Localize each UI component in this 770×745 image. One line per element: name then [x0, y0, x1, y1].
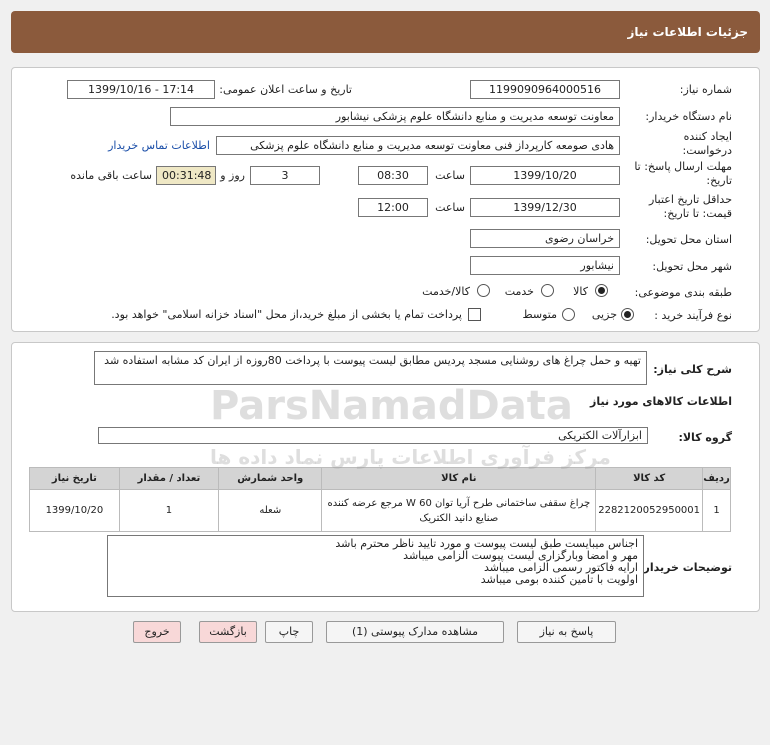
print-button[interactable]: چاپ: [265, 621, 313, 643]
need-number-field: 1199090964000516: [470, 80, 620, 99]
treasury-payment-note: پرداخت تمام یا بخشی از مبلغ خرید،از محل …: [111, 308, 462, 321]
description-field: تهیه و حمل چراغ های روشنایی مسجد پردیس م…: [94, 351, 647, 385]
cell-row: 1: [702, 489, 731, 532]
validity-time-field: 12:00: [358, 198, 428, 217]
category-goods-radio[interactable]: [595, 284, 608, 297]
category-goods-label: کالا: [573, 285, 588, 298]
group-field: ابزارآلات الکتریکی: [98, 427, 648, 444]
category-label: طبقه بندی موضوعی:: [634, 286, 732, 299]
col-unit: واحد شمارش: [218, 467, 323, 490]
process-medium-label: متوسط: [522, 308, 557, 321]
creator-label: ایجاد کننده درخواست:: [682, 130, 732, 157]
category-service-radio[interactable]: [541, 284, 554, 297]
need-number-label: شماره نیاز:: [679, 83, 732, 96]
col-code: کد کالا: [595, 467, 704, 490]
deadline-time-label: ساعت: [435, 169, 465, 182]
deadline-date-field: 1399/10/20: [470, 166, 620, 185]
buyer-label: نام دستگاه خریدار:: [645, 110, 732, 123]
category-both-radio[interactable]: [477, 284, 490, 297]
process-medium-radio[interactable]: [562, 308, 575, 321]
col-name: نام کالا: [321, 467, 597, 490]
col-date: تاریخ نیاز: [29, 467, 120, 490]
back-button[interactable]: بازگشت: [199, 621, 257, 643]
group-label: گروه کالا:: [678, 431, 732, 444]
goods-info-title: اطلاعات کالاهای مورد نیاز: [590, 395, 732, 408]
deadline-label: مهلت ارسال پاسخ: تا تاریخ:: [634, 160, 732, 187]
province-label: استان محل تحویل:: [645, 233, 732, 246]
announce-label: تاریخ و ساعت اعلان عمومی:: [219, 83, 352, 96]
page-header: جزئیات اطلاعات نیاز: [11, 11, 760, 53]
cell-date: 1399/10/20: [29, 489, 120, 532]
col-qty: تعداد / مقدار: [118, 467, 220, 490]
category-service-label: خدمت: [504, 285, 534, 298]
cell-name: چراغ سقفی ساختمانی طرح آریا توان W 60 مر…: [321, 489, 597, 532]
remaining-time-field: 00:31:48: [156, 166, 216, 185]
buyer-field: معاونت توسعه مدیریت و منابع دانشگاه علوم…: [170, 107, 620, 126]
creator-field: هادی صومعه کارپرداز فنی معاونت توسعه مدی…: [216, 136, 620, 155]
validity-date-field: 1399/12/30: [470, 198, 620, 217]
note-line: اولویت با تامین کننده بومی میباشد: [480, 573, 638, 586]
table-row: 1 2282120052950001 چراغ سقفی ساختمانی طر…: [29, 489, 731, 532]
buyer-notes-label: توضیحات خریدار:: [639, 561, 732, 574]
cell-qty: 1: [118, 489, 220, 532]
validity-time-label: ساعت: [435, 201, 465, 214]
remaining-label: ساعت باقی مانده: [70, 169, 152, 182]
contact-buyer-link[interactable]: اطلاعات تماس خریدار: [108, 139, 210, 152]
announce-field: 1399/10/16 - 17:14: [67, 80, 215, 99]
process-label: نوع فرآیند خرید :: [654, 309, 732, 322]
city-label: شهر محل تحویل:: [652, 260, 732, 273]
days-field: 3: [250, 166, 320, 185]
process-partial-label: جزیی: [591, 308, 617, 321]
days-label: روز و: [220, 169, 245, 182]
page-title: جزئیات اطلاعات نیاز: [627, 25, 748, 39]
reply-button[interactable]: پاسخ به نیاز: [517, 621, 616, 643]
col-row: ردیف: [702, 467, 731, 490]
province-field: خراسان رضوی: [470, 229, 620, 248]
view-attachments-button[interactable]: مشاهده مدارک پیوستی (1): [326, 621, 504, 643]
description-label: شرح کلی نیاز:: [653, 363, 732, 376]
exit-button[interactable]: خروج: [133, 621, 181, 643]
items-table: ردیف کد کالا نام کالا واحد شمارش تعداد /…: [29, 467, 731, 532]
buyer-notes-field: اجناس میبایست طبق لیست پیوست و مورد تایی…: [107, 535, 644, 597]
category-both-label: کالا/خدمت: [422, 285, 470, 298]
validity-label: حداقل تاریخ اعتبار قیمت: تا تاریخ:: [648, 193, 732, 220]
cell-code: 2282120052950001: [595, 489, 704, 532]
deadline-time-field: 08:30: [358, 166, 428, 185]
process-partial-radio[interactable]: [621, 308, 634, 321]
cell-unit: شعله: [218, 489, 323, 532]
treasury-payment-checkbox[interactable]: [468, 308, 481, 321]
table-header-row: ردیف کد کالا نام کالا واحد شمارش تعداد /…: [29, 467, 731, 490]
city-field: نیشابور: [470, 256, 620, 275]
